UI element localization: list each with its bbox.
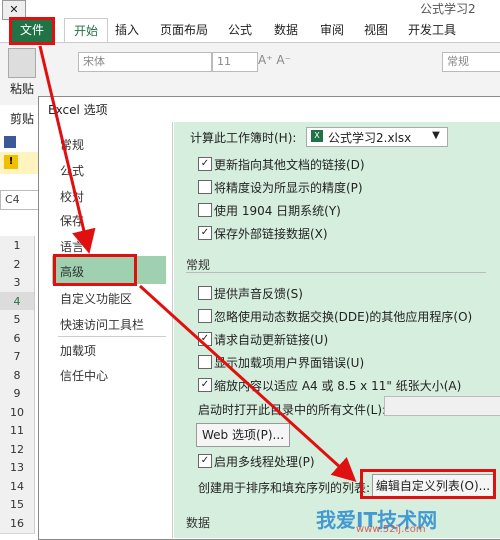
- arrow-advanced-to-edit: [138, 284, 357, 483]
- arrow-file-to-advanced: [38, 45, 96, 254]
- annotation-arrows: [38, 45, 357, 483]
- watermark-url: www.52ij.com: [356, 524, 426, 535]
